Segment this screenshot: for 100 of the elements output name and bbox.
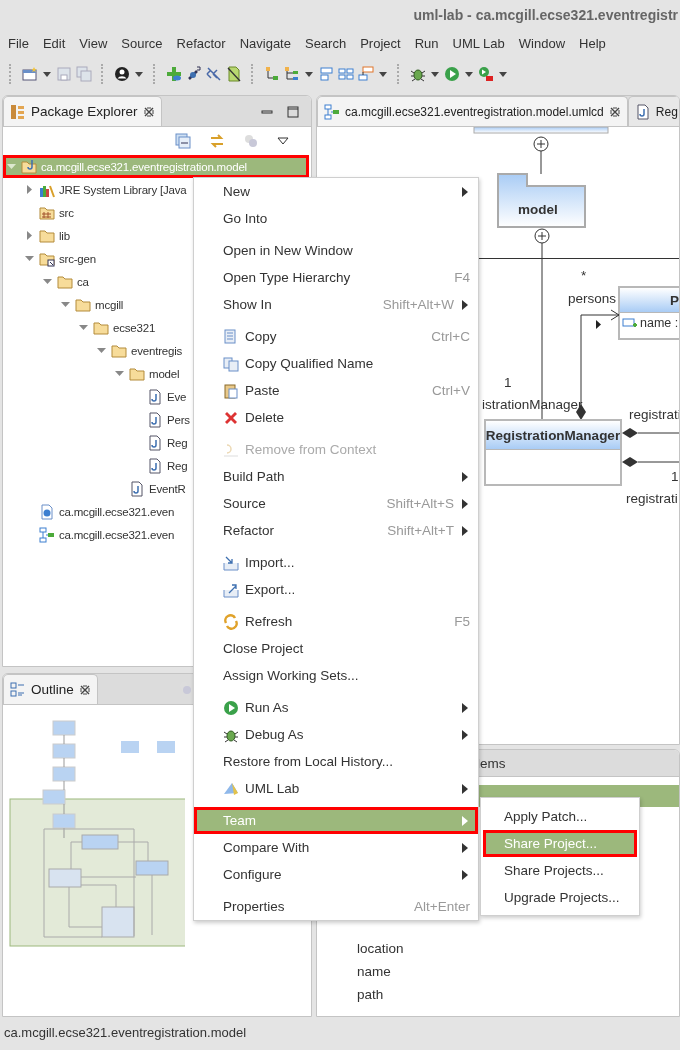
view-tab[interactable]: Outline <box>3 674 98 704</box>
menu-item[interactable]: Edit <box>35 32 73 54</box>
pin-icon[interactable] <box>186 66 202 82</box>
menu-item[interactable]: Refactor Shift+Alt+T <box>194 517 478 544</box>
tree-item-label: lib <box>59 229 70 242</box>
window-title: uml-lab - ca.mcgill.ecse321.eventregistr <box>413 7 678 23</box>
tree-item-label: mcgill <box>95 298 124 311</box>
new-file-icon[interactable] <box>22 66 38 82</box>
menu-item[interactable]: Run As <box>194 694 478 721</box>
export-icon <box>223 581 239 598</box>
dropdown-caret-icon[interactable] <box>430 69 440 79</box>
menu-item[interactable]: Compare With <box>194 834 478 861</box>
hierarchy-icon <box>10 103 26 120</box>
menu-item[interactable]: Source Shift+Alt+S <box>194 490 478 517</box>
dropdown-caret-icon[interactable] <box>304 69 314 79</box>
dropdown-caret-icon[interactable] <box>378 69 388 79</box>
paste-icon <box>223 382 239 399</box>
layout-icon[interactable] <box>358 66 374 82</box>
menu-item[interactable]: Source <box>114 32 170 54</box>
shortcut-label: Ctrl+V <box>432 383 470 398</box>
menu-item[interactable]: UML Lab <box>194 775 478 802</box>
menu-item[interactable]: Help <box>572 32 613 54</box>
editor-tab[interactable]: ca.mcgill.ecse321.eventregistration.model.umlcd <box>317 96 628 126</box>
java-file-icon <box>147 411 163 428</box>
menu-item[interactable]: Paste Ctrl+V <box>194 377 478 404</box>
menu-item[interactable]: Run <box>407 32 446 54</box>
java-file-icon <box>129 480 145 497</box>
dropdown-caret-icon[interactable] <box>464 69 474 79</box>
menu-item[interactable]: Open Type Hierarchy F4 <box>194 264 478 291</box>
shortcut-label: Shift+Alt+T <box>387 523 454 538</box>
menu-item[interactable]: Copy Qualified Name <box>194 350 478 377</box>
menu-item[interactable]: Build Path <box>194 463 478 490</box>
project-icon <box>21 158 37 175</box>
shortcut-label: Shift+Alt+S <box>386 496 454 511</box>
sync-arrows-icon[interactable] <box>209 133 225 149</box>
menu-item[interactable]: UML Lab <box>445 32 512 54</box>
menu-item[interactable]: Share Projects... <box>483 857 637 884</box>
menu-item[interactable]: Debug As <box>194 721 478 748</box>
folder-icon <box>111 342 127 359</box>
menu-item[interactable]: Assign Working Sets... <box>194 662 478 689</box>
attribute-label: name : <box>640 316 679 330</box>
menu-item[interactable]: Export... <box>194 576 478 603</box>
menu-item[interactable]: Import... <box>194 549 478 576</box>
menu-item[interactable]: Close Project <box>194 635 478 662</box>
dropdown-caret-icon[interactable] <box>498 69 508 79</box>
menu-item[interactable]: File <box>1 32 36 54</box>
menu-item[interactable]: Upgrade Projects... <box>483 884 637 911</box>
run-icon[interactable] <box>444 66 460 82</box>
menu-item[interactable]: Navigate <box>232 32 298 54</box>
menu-item[interactable]: Window <box>511 32 573 54</box>
class-name: RegistrationManager <box>486 427 620 443</box>
property-name: name <box>356 963 392 981</box>
menu-item[interactable]: Copy Ctrl+C <box>194 323 478 350</box>
tree-item-label: eventregis <box>131 344 183 357</box>
import-icon <box>223 554 239 571</box>
menu-item[interactable]: Restore from Local History... <box>194 748 478 775</box>
shortcut-label: Alt+Enter <box>414 899 470 914</box>
maximize-icon[interactable] <box>287 106 299 118</box>
hierarchy-icon[interactable] <box>284 66 300 82</box>
collapse-all-icon[interactable] <box>175 133 191 149</box>
copy-icon <box>223 355 239 372</box>
menu-item[interactable]: New <box>194 178 478 205</box>
dropdown-caret-icon[interactable] <box>42 69 52 79</box>
copy-icon <box>223 328 239 345</box>
user-icon[interactable] <box>114 66 130 82</box>
remove-icon <box>223 441 239 458</box>
view-tab[interactable]: Package Explorer <box>3 96 162 126</box>
view-menu-icon[interactable] <box>277 136 289 146</box>
shortcut-label: F5 <box>454 614 470 629</box>
tree-item-label: JRE System Library [Java <box>59 183 187 196</box>
bug-icon[interactable] <box>410 66 426 82</box>
menu-item[interactable]: Project <box>353 32 408 54</box>
menu-item[interactable]: Refactor <box>169 32 233 54</box>
status-text: ca.mcgill.ecse321.eventregistration.model <box>4 1024 247 1040</box>
refresh-icon <box>223 613 239 630</box>
menu-item[interactable]: Delete <box>194 404 478 431</box>
menu-item[interactable]: Search <box>297 32 354 54</box>
run-tool-icon[interactable] <box>478 66 494 82</box>
menu-item[interactable]: Show In Shift+Alt+W <box>194 291 478 318</box>
grid-icon[interactable] <box>338 66 354 82</box>
tree-item-label: Pers <box>167 413 190 426</box>
close-icon[interactable] <box>142 105 155 118</box>
folder-icon <box>129 365 145 382</box>
diagram-file-icon <box>39 526 55 543</box>
menu-item[interactable]: Apply Patch... <box>483 803 637 830</box>
link-icon[interactable] <box>206 66 222 82</box>
tree-item-label: model <box>149 367 180 380</box>
hierarchy-icon[interactable] <box>264 66 280 82</box>
java-file-icon <box>147 388 163 405</box>
dropdown-caret-icon[interactable] <box>134 69 144 79</box>
document-icon[interactable] <box>226 66 242 82</box>
multiplicity-label: 1 <box>504 375 512 390</box>
close-icon[interactable] <box>608 105 621 118</box>
menu-item[interactable]: Refresh F5 <box>194 608 478 635</box>
run-icon <box>223 699 239 716</box>
menu-item[interactable]: Properties Alt+Enter <box>194 893 478 920</box>
editor-tab[interactable]: Reg <box>627 96 679 126</box>
menu-item[interactable]: View <box>72 32 115 54</box>
close-icon[interactable] <box>78 683 91 696</box>
menu-item[interactable]: Configure <box>194 861 478 888</box>
